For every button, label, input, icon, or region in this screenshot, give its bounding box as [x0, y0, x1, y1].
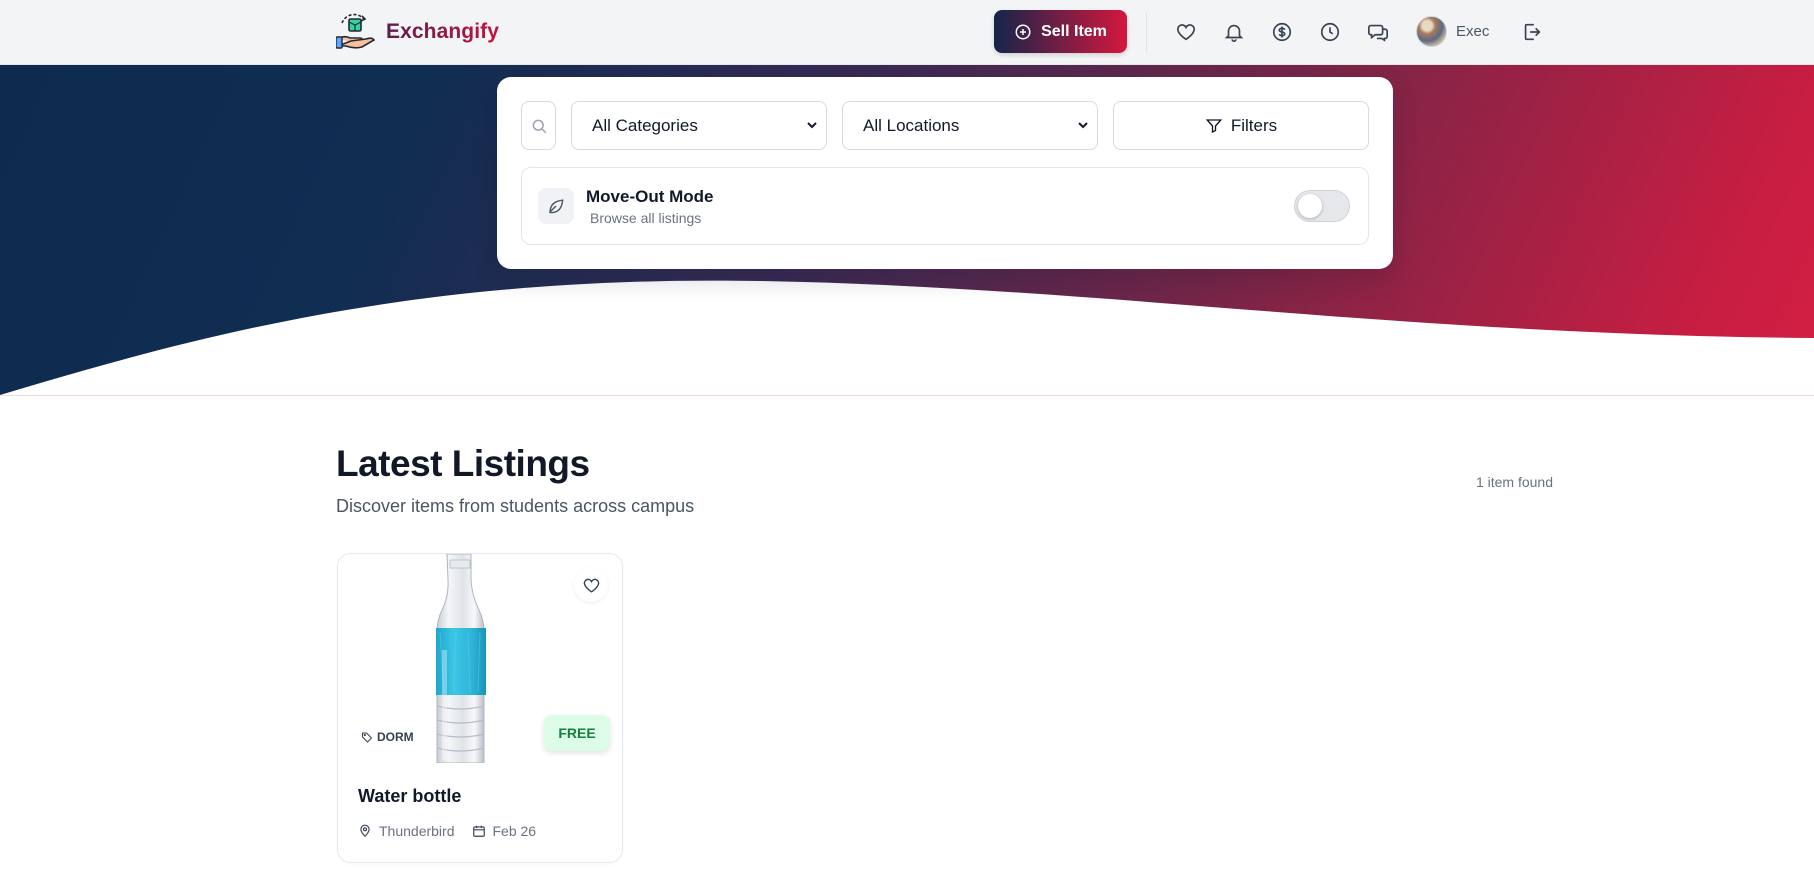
category-badge-label: DORM	[377, 730, 414, 744]
move-out-subtitle: Browse all listings	[590, 210, 702, 226]
brand[interactable]: Exchangify	[336, 13, 499, 51]
category-select-value: All Categories	[592, 115, 698, 135]
notifications-button[interactable]	[1222, 20, 1246, 44]
hero-banner: All Categories All Locations Filters Mov…	[0, 65, 1814, 395]
search-input[interactable]	[521, 101, 556, 150]
search-panel: All Categories All Locations Filters Mov…	[497, 77, 1393, 269]
map-pin-icon	[360, 824, 370, 838]
section-subtitle: Discover items from students across camp…	[336, 496, 695, 516]
leaf-icon-wrap	[538, 188, 574, 224]
leaf-icon	[548, 199, 564, 214]
header-divider	[1146, 12, 1147, 53]
tag-icon	[362, 732, 373, 743]
plus-circle-icon	[1015, 24, 1031, 39]
sell-item-label: Sell Item	[1041, 22, 1107, 40]
listing-location: Thunderbird	[358, 823, 455, 839]
filters-label: Filters	[1230, 115, 1278, 135]
bell-icon	[1224, 24, 1244, 42]
dollar-icon	[1272, 22, 1292, 42]
toggle-knob	[1298, 194, 1322, 218]
chevron-down-icon	[1078, 122, 1088, 129]
messages-button[interactable]	[1366, 20, 1390, 44]
history-button[interactable]	[1318, 20, 1342, 44]
category-badge: DORM	[352, 724, 423, 750]
top-nav: Exchangify Sell Item Exec	[0, 0, 1814, 65]
listing-date: Feb 26	[472, 823, 537, 839]
hero-divider	[0, 395, 1814, 396]
listing-date-text: Feb 26	[492, 823, 537, 839]
user-name[interactable]: Exec	[1456, 23, 1489, 40]
results-count: 1 item found	[1475, 474, 1553, 490]
category-select[interactable]: All Categories	[571, 101, 827, 150]
clock-icon	[1320, 22, 1340, 42]
move-out-title: Move-Out Mode	[586, 187, 714, 206]
section-title: Latest Listings	[336, 443, 590, 484]
favorites-button[interactable]	[1174, 20, 1198, 44]
sell-item-button[interactable]: Sell Item	[994, 10, 1127, 53]
user-avatar[interactable]	[1416, 16, 1447, 47]
listing-card[interactable]: DORM FREE Water bottle Thunderbird Feb 2…	[337, 553, 623, 863]
logout-button[interactable]	[1520, 20, 1544, 44]
location-select[interactable]: All Locations	[842, 101, 1098, 150]
calendar-icon	[472, 825, 485, 837]
listing-title: Water bottle	[358, 786, 462, 806]
filter-icon	[1205, 118, 1223, 133]
move-out-toggle[interactable]	[1294, 190, 1350, 222]
price-badge: FREE	[544, 715, 610, 751]
favorite-button[interactable]	[574, 568, 608, 602]
move-out-mode-row: Move-Out Mode Browse all listings	[521, 167, 1369, 245]
brand-name: Exchangify	[386, 20, 500, 43]
filters-button[interactable]: Filters	[1113, 101, 1369, 150]
messages-icon	[1368, 24, 1388, 42]
listing-meta: Thunderbird Feb 26	[358, 823, 536, 839]
offers-button[interactable]	[1270, 20, 1294, 44]
exchange-logo-icon	[336, 13, 376, 49]
chevron-down-icon	[807, 122, 817, 129]
location-select-value: All Locations	[863, 115, 960, 135]
search-icon	[532, 119, 546, 133]
heart-icon	[583, 578, 599, 593]
logout-icon	[1524, 23, 1541, 41]
heart-icon	[1176, 24, 1196, 41]
listing-location-text: Thunderbird	[379, 823, 455, 839]
